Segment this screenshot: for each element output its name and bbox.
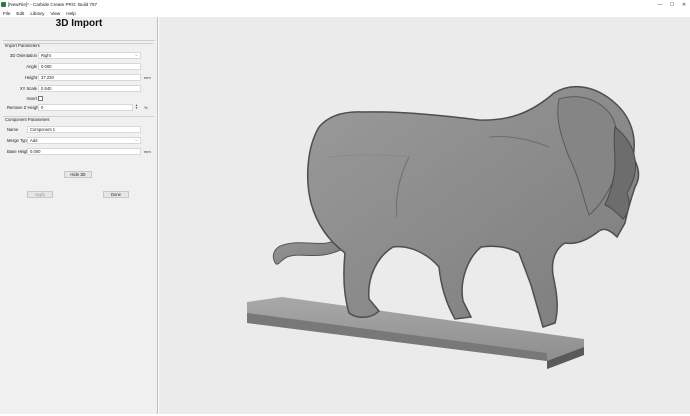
removez-field[interactable]: 0 xyxy=(38,104,133,111)
menubar: File Edit Library View Help xyxy=(0,9,690,17)
apply-button[interactable]: Apply xyxy=(27,191,53,198)
angle-label: Angle xyxy=(26,64,37,69)
base-row: Base Height 0.000 mm xyxy=(0,148,158,156)
merge-type-select[interactable]: Add xyxy=(27,137,141,144)
height-label: Height xyxy=(24,75,37,80)
menu-edit[interactable]: Edit xyxy=(16,11,24,16)
minimize-button[interactable]: — xyxy=(654,0,666,9)
import-panel: 3D Import Import Parameters 3D Orientati… xyxy=(0,17,158,405)
component-parameters-title: Component Parameters xyxy=(5,117,50,122)
model-base xyxy=(247,297,584,369)
xyscale-row: XY Scale 0.540 xyxy=(0,85,158,93)
window-title: [NewFile]* - Carbide Create PRO: Build 7… xyxy=(8,2,98,7)
height-unit: mm xyxy=(144,75,151,80)
name-label: Name xyxy=(7,127,19,132)
menu-view[interactable]: View xyxy=(50,11,60,16)
merge-label: Merge Type xyxy=(7,138,30,143)
xyscale-field[interactable]: 0.540 xyxy=(38,85,141,92)
base-unit: mm xyxy=(144,149,151,154)
menu-library[interactable]: Library xyxy=(30,11,44,16)
hide-3d-button[interactable]: Hide 3D xyxy=(64,171,92,178)
panel-divider xyxy=(3,40,155,41)
name-row: Name Component 1 xyxy=(0,126,158,134)
menu-help[interactable]: Help xyxy=(66,11,75,16)
invert-label: Invert xyxy=(26,96,37,101)
app-icon xyxy=(1,2,6,7)
merge-row: Merge Type Add xyxy=(0,137,158,145)
window-titlebar: [NewFile]* - Carbide Create PRO: Build 7… xyxy=(0,0,690,9)
angle-field[interactable]: 0.000 xyxy=(38,63,141,70)
import-parameters-title: Import Parameters xyxy=(5,43,40,48)
close-button[interactable]: ✕ xyxy=(678,0,690,9)
3d-viewport[interactable] xyxy=(159,17,690,414)
component-name-field[interactable]: Component 1 xyxy=(27,126,141,133)
panel-footer xyxy=(0,405,158,414)
invert-row: Invert xyxy=(0,95,158,103)
panel-title: 3D Import xyxy=(55,18,103,29)
maximize-button[interactable]: ☐ xyxy=(666,0,678,9)
xyscale-label: XY Scale xyxy=(19,86,37,91)
removez-row: Remove Z Height 0 ▲ ▼ % xyxy=(0,104,158,112)
orientation-label: 3D Orientation xyxy=(10,53,37,58)
menu-file[interactable]: File xyxy=(3,11,10,16)
removez-label: Remove Z Height xyxy=(7,105,40,110)
height-row: Height 37.230 mm xyxy=(0,74,158,82)
done-button[interactable]: Done xyxy=(103,191,129,198)
orientation-select[interactable]: Right xyxy=(38,52,141,59)
orientation-row: 3D Orientation Right xyxy=(0,52,158,60)
invert-checkbox[interactable] xyxy=(38,96,43,101)
angle-row: Angle 0.000 xyxy=(0,63,158,71)
removez-unit: % xyxy=(144,105,148,110)
window-controls: — ☐ ✕ xyxy=(654,0,690,9)
height-field[interactable]: 37.230 xyxy=(38,74,141,81)
removez-spinner[interactable]: ▲ ▼ xyxy=(133,104,140,111)
lion-3d-model xyxy=(247,85,640,369)
base-height-field[interactable]: 0.000 xyxy=(27,148,141,155)
